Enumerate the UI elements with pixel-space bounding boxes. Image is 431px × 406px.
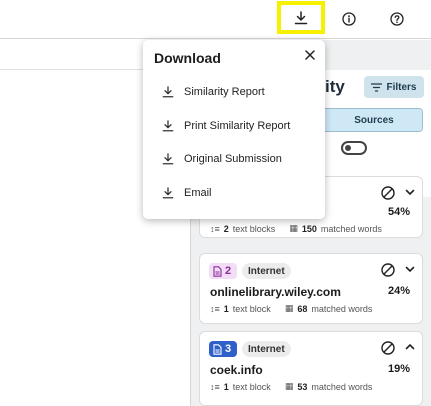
source-number-badge: 3	[209, 341, 238, 357]
toggle-switch[interactable]	[341, 141, 367, 155]
exclude-icon[interactable]	[380, 262, 396, 278]
source-meta: ↕≡ 1 text block ▦ 68 matched words	[210, 303, 372, 314]
chevron-down-icon[interactable]	[404, 186, 416, 198]
text-blocks-icon: ↕≡	[210, 223, 220, 234]
source-number-badge: 2	[209, 263, 238, 279]
chevron-up-icon[interactable]	[404, 341, 416, 353]
menu-item-label: Email	[184, 187, 212, 199]
matched-words-label: matched words	[320, 223, 382, 234]
download-icon	[155, 151, 181, 167]
download-icon	[294, 10, 308, 24]
download-title: Download	[154, 50, 221, 66]
download-icon	[155, 185, 181, 201]
text-blocks-count: 1	[223, 381, 229, 392]
document-icon	[213, 265, 222, 277]
matched-words-count: 53	[297, 381, 308, 392]
info-button[interactable]	[334, 4, 364, 34]
matched-words-label: matched words	[311, 303, 373, 314]
close-icon	[305, 50, 315, 60]
print-similarity-report[interactable]: Print Similarity Report	[151, 112, 317, 140]
exclude-icon[interactable]	[380, 340, 396, 356]
chevron-down-icon[interactable]	[404, 263, 416, 275]
filters-label: Filters	[386, 81, 417, 93]
match-percent: 24%	[387, 285, 410, 297]
match-percent: 19%	[387, 363, 410, 375]
text-blocks-label: text blocks	[232, 223, 276, 234]
source-number: 2	[225, 265, 232, 277]
text-blocks-count: 1	[223, 303, 229, 314]
matched-words-label: matched words	[311, 381, 373, 392]
download-popover: Download Similarity Report Print Similar…	[143, 40, 325, 219]
source-meta: ↕≡ 2 text blocks ▦ 150 matched words	[210, 223, 382, 234]
help-button[interactable]	[382, 4, 412, 34]
matched-words-count: 68	[297, 303, 308, 314]
panel-title: ity	[325, 77, 345, 96]
matched-words-icon: ▦	[284, 381, 294, 391]
text-blocks-icon: ↕≡	[210, 381, 220, 392]
source-card[interactable]: 3 Internet coek.info 19% ↕≡ 1 text block…	[199, 331, 423, 406]
source-type-badge: Internet	[242, 263, 291, 279]
document-icon	[213, 343, 222, 355]
menu-item-label: Original Submission	[184, 153, 282, 165]
top-toolbar	[0, 0, 431, 39]
toggle-knob	[345, 145, 351, 151]
text-blocks-label: text block	[232, 303, 271, 314]
download-original-submission[interactable]: Original Submission	[151, 145, 317, 173]
source-meta: ↕≡ 1 text block ▦ 53 matched words	[210, 381, 372, 392]
text-blocks-count: 2	[223, 223, 229, 234]
download-icon	[155, 118, 181, 134]
menu-item-label: Print Similarity Report	[184, 120, 291, 132]
text-blocks-label: text block	[232, 381, 271, 392]
source-card[interactable]: 2 Internet onlinelibrary.wiley.com 24% ↕…	[199, 253, 423, 324]
download-icon	[155, 84, 181, 100]
info-icon	[342, 12, 356, 26]
filter-icon	[371, 82, 383, 92]
source-name[interactable]: onlinelibrary.wiley.com	[210, 285, 341, 299]
matched-words-count: 150	[301, 223, 317, 234]
source-name[interactable]: coek.info	[210, 363, 263, 377]
matched-words-icon: ▦	[284, 303, 294, 313]
exclude-icon[interactable]	[380, 185, 396, 201]
source-type-badge: Internet	[242, 341, 291, 357]
matched-words-icon: ▦	[289, 223, 298, 233]
match-percent: 54%	[387, 206, 410, 218]
help-icon	[390, 12, 404, 26]
close-button[interactable]	[301, 46, 319, 64]
menu-item-label: Similarity Report	[184, 86, 265, 98]
download-button[interactable]	[277, 1, 325, 34]
source-number: 3	[225, 343, 232, 355]
filters-button[interactable]: Filters	[364, 76, 424, 98]
text-blocks-icon: ↕≡	[210, 303, 220, 314]
tab-sources[interactable]: Sources	[324, 109, 422, 131]
download-email[interactable]: Email	[151, 179, 317, 207]
download-similarity-report[interactable]: Similarity Report	[151, 78, 317, 106]
